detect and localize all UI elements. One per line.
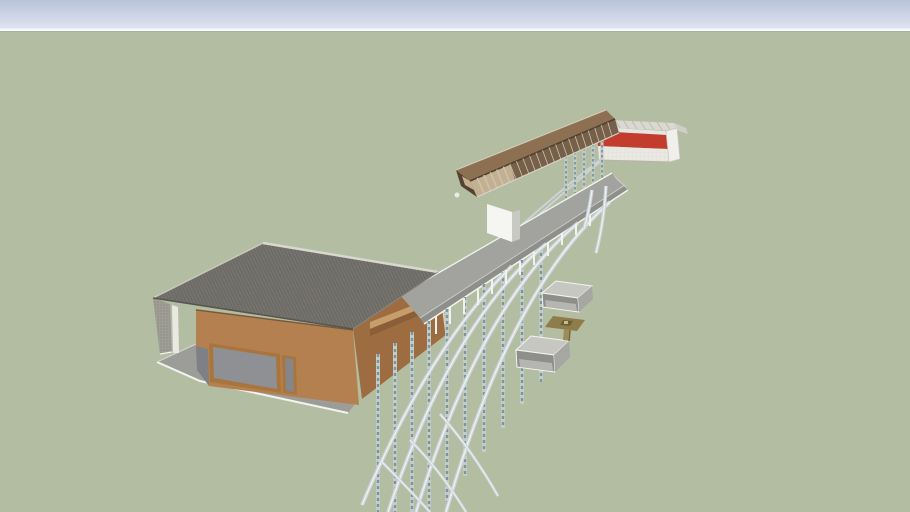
sky-background bbox=[0, 0, 910, 31]
window-glass-narrow bbox=[285, 358, 294, 392]
horizon-shadow-line bbox=[0, 31, 910, 32]
corner-trim bbox=[172, 305, 179, 353]
horizon-line bbox=[0, 28, 910, 31]
tube-end-cap bbox=[454, 192, 460, 198]
3d-viewport[interactable] bbox=[0, 0, 910, 512]
model-scene bbox=[0, 0, 910, 512]
